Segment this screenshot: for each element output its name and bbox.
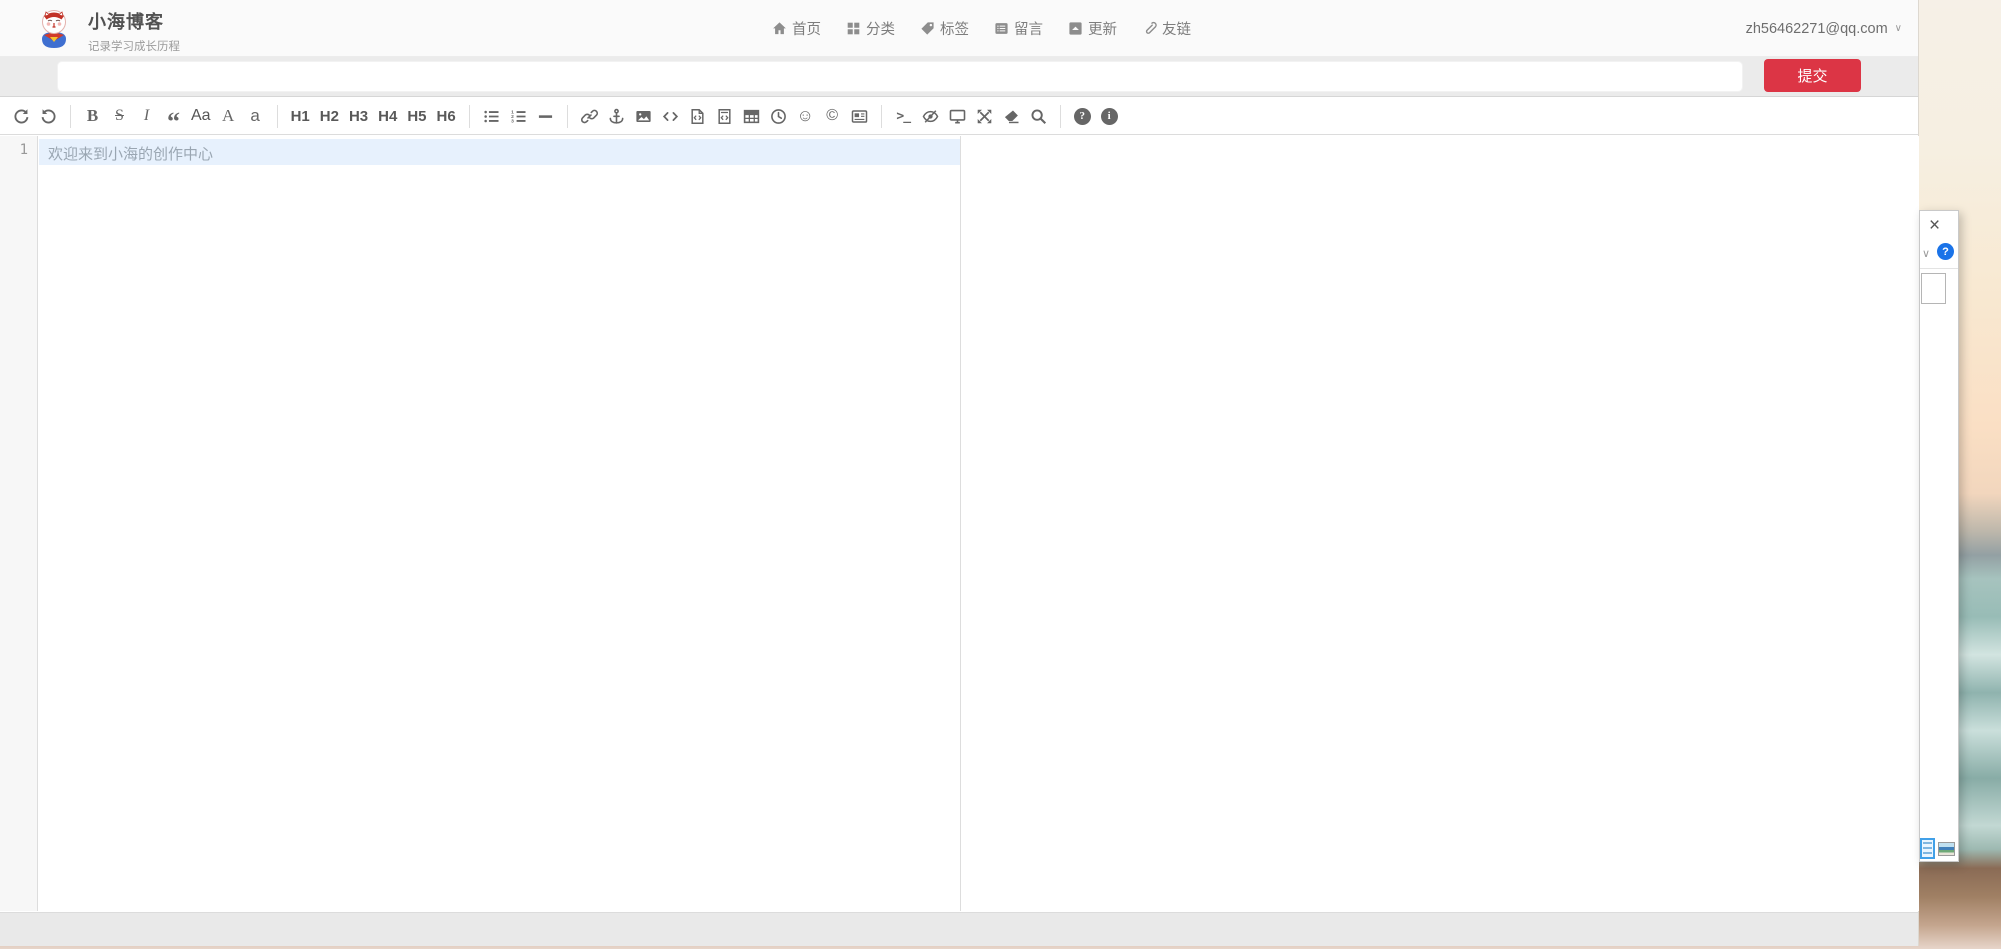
chevron-down-icon: ∨ [1895,23,1902,34]
nav-item-label: 首页 [792,18,821,39]
svg-text:3: 3 [511,118,514,124]
compose-title-row: 提交 [0,57,1918,97]
nav-item-tag[interactable]: 标签 [920,18,969,39]
chevron-down-icon[interactable]: ∨ [1922,247,1930,260]
active-line-highlight[interactable]: 欢迎来到小海的创作中心 [39,139,960,165]
tool-h5-button[interactable]: H5 [402,100,431,133]
tool-h1-button[interactable]: H1 [286,100,315,133]
close-icon[interactable]: × [1929,215,1940,237]
tool-strikethrough-button[interactable]: S [106,100,133,133]
nav-item-label: 留言 [1014,18,1043,39]
tool-search-icon[interactable] [1025,100,1052,133]
tool-reference-link-icon[interactable] [603,100,630,133]
tool-help-icon[interactable]: ? [1069,100,1096,133]
tool-datetime-icon[interactable] [765,100,792,133]
toolbar-separator [567,105,568,128]
popup-panel: × ∨ ? [1919,210,1959,862]
toolbar-separator [70,105,71,128]
info-icon: i [1101,108,1118,125]
tool-italic-button[interactable]: I [133,100,160,133]
editor-toolbar: BSI“AaAaH1H2H3H4H5H6123☺©>_?i [0,98,1918,135]
tool-fullscreen-icon[interactable] [971,100,998,133]
tool-hr-icon[interactable] [532,100,559,133]
tool-h4-button[interactable]: H4 [373,100,402,133]
tool-uppercase-button[interactable]: A [215,100,242,133]
home-icon [772,21,787,36]
mascot-icon [33,8,75,50]
popup-list-view-button[interactable] [1920,838,1935,859]
tool-image-icon[interactable] [630,100,657,133]
tool-code-block-icon[interactable] [711,100,738,133]
tool-watch-icon[interactable] [917,100,944,133]
tool-info-icon[interactable]: i [1096,100,1123,133]
nav-item-home[interactable]: 首页 [772,18,821,39]
tool-preview-icon[interactable] [944,100,971,133]
site-title[interactable]: 小海博客 [88,8,180,34]
friend-links-icon [1142,21,1157,36]
header: 小海博客 记录学习成长历程 首页 分类 标签 留言 更新 友链 zh56462271@qq… [0,0,1918,57]
tool-list-ul-icon[interactable] [478,100,505,133]
line-number-gutter: 1 [0,136,38,911]
tool-h2-button[interactable]: H2 [315,100,344,133]
page: 小海博客 记录学习成长历程 首页 分类 标签 留言 更新 友链 zh56462271@qq… [0,0,2001,949]
popup-image-view-button[interactable] [1938,842,1955,856]
site-meta: 小海博客 记录学习成长历程 [88,8,180,54]
comments-icon [994,21,1009,36]
nav-item-label: 友链 [1162,18,1191,39]
submit-button[interactable]: 提交 [1764,59,1861,92]
markdown-editor: 1 欢迎来到小海的创作中心 [0,136,1918,911]
updates-icon [1068,21,1083,36]
nav-item-label: 更新 [1088,18,1117,39]
tool-pagebreak-icon[interactable] [846,100,873,133]
tag-icon [920,21,935,36]
tool-ucwords-button[interactable]: Aa [187,100,215,133]
tool-preformatted-text-icon[interactable] [684,100,711,133]
nav-item-friend-links[interactable]: 友链 [1142,18,1191,39]
page-footer [0,912,1918,946]
nav-item-categories[interactable]: 分类 [846,18,895,39]
tool-goto-line-button[interactable]: >_ [890,100,917,133]
help-icon: ? [1074,108,1091,125]
nav-item-comments[interactable]: 留言 [994,18,1043,39]
nav-item-updates[interactable]: 更新 [1068,18,1117,39]
article-title-input[interactable] [57,61,1743,92]
tool-h3-button[interactable]: H3 [344,100,373,133]
user-email: zh56462271@qq.com [1746,21,1888,37]
tool-redo-icon[interactable] [35,100,62,133]
tool-table-icon[interactable] [738,100,765,133]
site-logo-avatar[interactable] [33,8,75,50]
nav-item-label: 分类 [866,18,895,39]
categories-icon [846,21,861,36]
tool-quote-button[interactable]: “ [160,100,187,133]
app-column: 小海博客 记录学习成长历程 首页 分类 标签 留言 更新 友链 zh56462271@qq… [0,0,1919,946]
toolbar-separator [469,105,470,128]
tool-bold-button[interactable]: B [79,100,106,133]
popup-input[interactable] [1921,273,1946,304]
tool-clear-icon[interactable] [998,100,1025,133]
help-icon[interactable]: ? [1937,243,1954,260]
toolbar-separator [881,105,882,128]
popup-divider [1920,268,1958,269]
line-number: 1 [0,142,28,158]
site-subtitle: 记录学习成长历程 [88,38,180,54]
header-nav: 首页 分类 标签 留言 更新 友链 [772,0,1191,57]
tool-h6-button[interactable]: H6 [432,100,461,133]
tool-emoji-button[interactable]: ☺ [792,100,819,133]
nav-item-label: 标签 [940,18,969,39]
editor-placeholder-text[interactable]: 欢迎来到小海的创作中心 [48,143,213,164]
preview-pane [961,136,1919,911]
user-menu[interactable]: zh56462271@qq.com ∨ [1746,0,1902,57]
tool-undo-icon[interactable] [8,100,35,133]
tool-list-ol-icon[interactable]: 123 [505,100,532,133]
tool-lowercase-button[interactable]: a [242,100,269,133]
tool-html-entities-button[interactable]: © [819,100,846,133]
tool-code-icon[interactable] [657,100,684,133]
toolbar-separator [277,105,278,128]
tool-link-icon[interactable] [576,100,603,133]
toolbar-separator [1060,105,1061,128]
